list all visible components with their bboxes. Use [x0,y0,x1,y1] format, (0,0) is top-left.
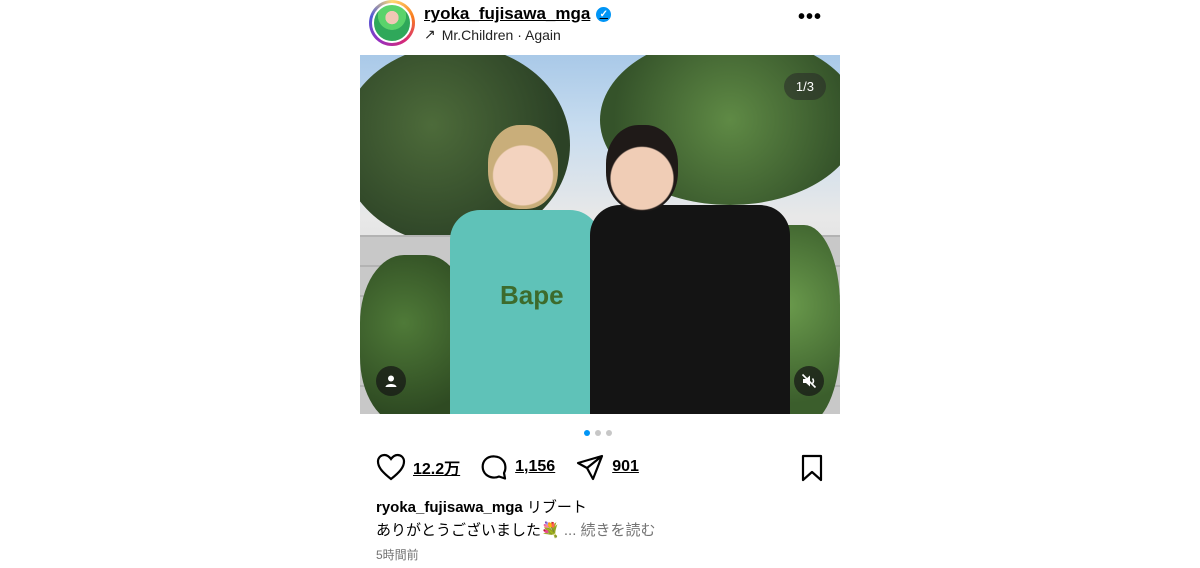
carousel-dot [595,430,601,436]
more-icon[interactable]: ••• [798,6,822,29]
profile-avatar[interactable] [369,0,415,46]
shirt-logo: Bape [500,280,564,310]
bookmark-button[interactable] [800,454,824,487]
media-counter: 1/3 [783,73,826,100]
carousel-dot-active [584,430,590,436]
music-link[interactable]: ↗ Mr.Children · Again [424,26,561,43]
user-tag-glyph [385,375,397,387]
action-bar: 12.2万 1,156 901 [376,452,824,482]
caption-suffix: リブート [526,499,587,516]
caption-body: ありがとうございました💐 ... 続きを読む [376,519,656,540]
like-count[interactable]: 12.2万 [413,455,460,479]
music-label[interactable]: Mr.Children · Again [442,27,561,43]
like-button[interactable]: 12.2万 [376,453,460,481]
comment-button[interactable]: 1,156 [480,453,555,481]
mute-glyph [801,373,817,389]
post-media[interactable]: Bape 1/3 [360,55,840,414]
avatar-image [372,3,412,43]
person-left-head [488,125,558,209]
user-tag-icon[interactable] [376,366,406,396]
share-button[interactable]: 901 [575,453,639,481]
caption-text: ありがとうございました💐 [376,522,560,539]
carousel-dot [606,430,612,436]
caption-header: ryoka_fujisawa_mga リブート [376,496,587,517]
bookmark-icon [801,454,823,482]
music-arrow-icon: ↗ [424,26,436,42]
carousel-indicator [584,430,612,436]
post: ryoka_fujisawa_mga ✓ ↗ Mr.Children · Aga… [360,0,840,568]
share-icon [577,454,604,481]
post-timestamp: 5時間前 [376,548,419,562]
comment-icon [481,455,507,480]
mute-icon[interactable] [794,366,824,396]
comment-count[interactable]: 1,156 [515,458,555,476]
person-right-head [606,125,678,211]
caption-ellipsis: ... [563,522,577,539]
post-username[interactable]: ryoka_fujisawa_mga ✓ [424,4,612,24]
share-count[interactable]: 901 [612,458,639,476]
heart-icon [376,453,406,481]
verified-badge-icon: ✓ [596,6,612,22]
username-text[interactable]: ryoka_fujisawa_mga [424,4,590,24]
person-left [450,210,600,414]
caption-username[interactable]: ryoka_fujisawa_mga [376,499,523,516]
person-right [590,205,790,414]
read-more-link[interactable]: 続きを読む [581,522,656,539]
